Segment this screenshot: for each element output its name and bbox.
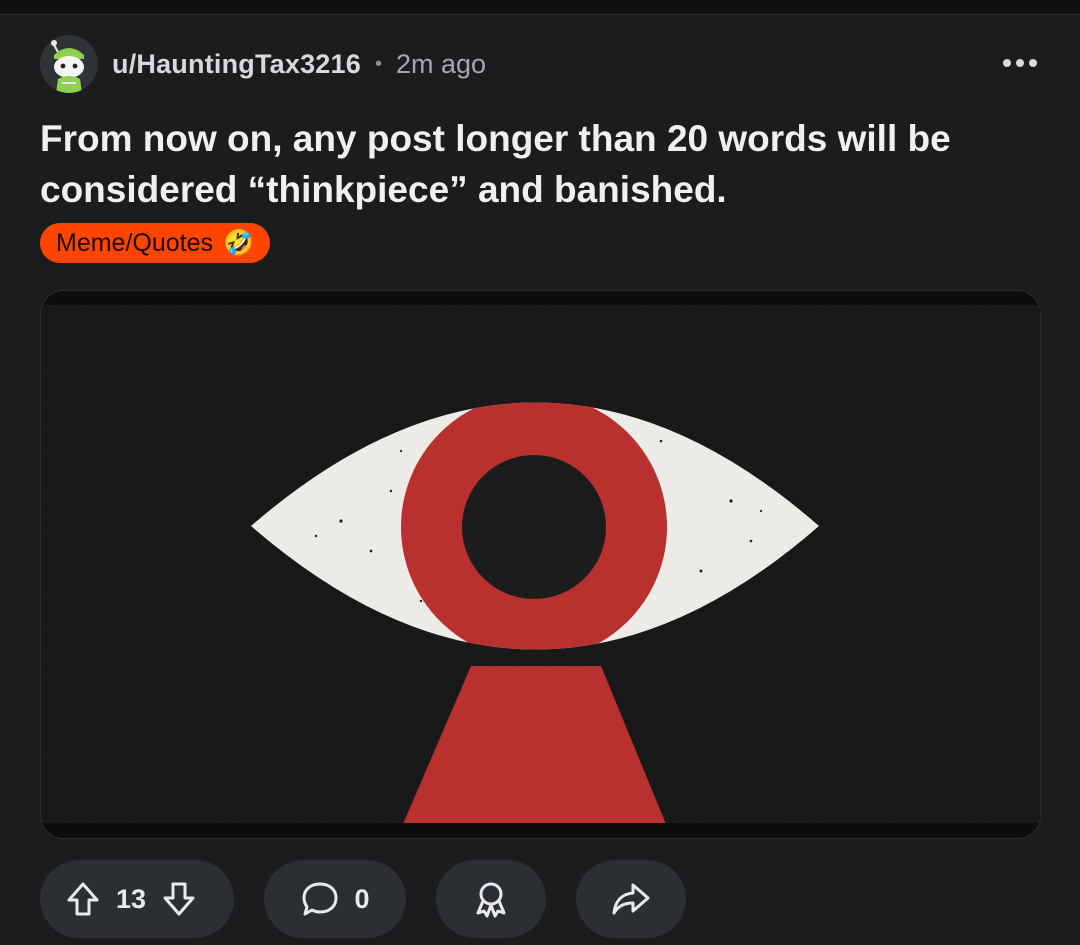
flair-label: Meme/Quotes — [56, 228, 214, 257]
post-image[interactable] — [40, 290, 1041, 839]
more-horizontal-icon — [1003, 59, 1037, 67]
top-divider-strip — [0, 0, 1080, 15]
share-button[interactable] — [576, 860, 686, 938]
arrow-down-icon — [163, 882, 195, 916]
post-timestamp: 2m ago — [395, 48, 487, 79]
comment-count: 0 — [354, 883, 370, 914]
snoo-avatar-icon — [40, 35, 98, 93]
award-button[interactable] — [436, 860, 546, 938]
post-action-bar: 13 0 — [40, 860, 1040, 938]
post-card[interactable]: u/HauntingTax3216 • 2m ago From now on, … — [0, 15, 1080, 945]
more-options-button[interactable] — [1000, 43, 1040, 83]
comments-button[interactable]: 0 — [264, 860, 406, 938]
post-flair[interactable]: Meme/Quotes 🤣 — [40, 223, 271, 263]
post-author[interactable]: u/HauntingTax3216 — [112, 49, 361, 80]
post-header: u/HauntingTax3216 • 2m ago — [40, 35, 1040, 93]
upvote-button[interactable] — [54, 870, 112, 928]
downvote-button[interactable] — [150, 870, 208, 928]
award-icon — [476, 882, 506, 918]
user-avatar[interactable] — [40, 35, 98, 93]
eye-artwork-image — [41, 291, 1040, 838]
arrow-up-icon — [67, 882, 99, 916]
share-arrow-icon — [612, 883, 650, 915]
vote-control: 13 — [40, 860, 234, 938]
comment-bubble-icon — [302, 882, 338, 916]
meta-separator: • — [374, 52, 382, 75]
vote-score: 13 — [116, 883, 147, 914]
flair-emoji: 🤣 — [223, 228, 255, 257]
post-title[interactable]: From now on, any post longer than 20 wor… — [40, 113, 1000, 215]
